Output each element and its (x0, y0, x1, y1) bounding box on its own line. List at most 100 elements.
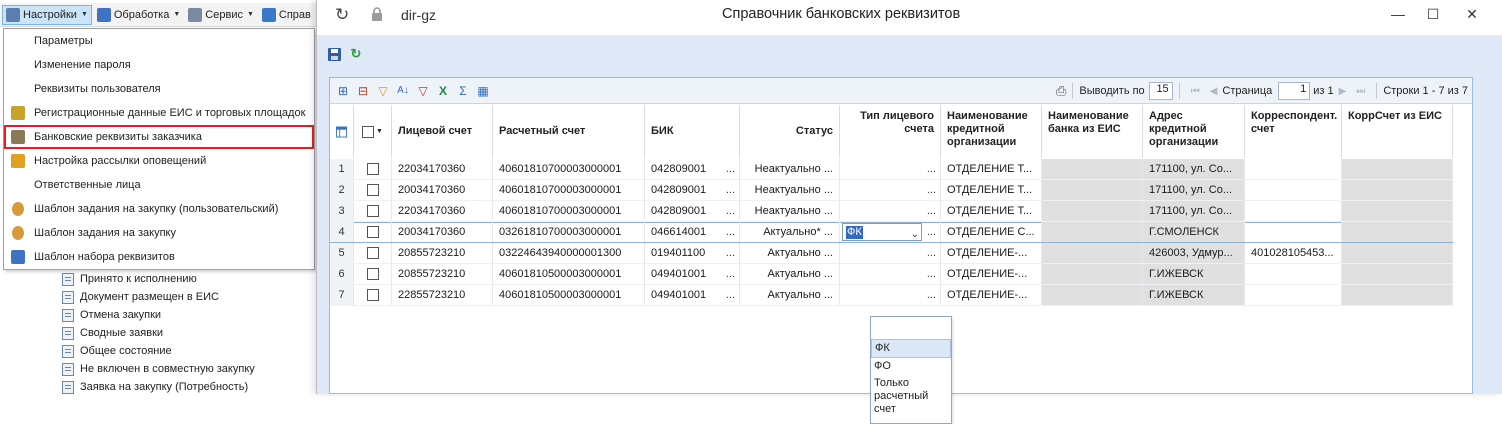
cell-addr[interactable]: Г.СМОЛЕНСК (1143, 222, 1245, 242)
cell-bank_eis[interactable] (1042, 159, 1143, 179)
ellipsis-button[interactable]: ... (927, 180, 936, 200)
filter-icon[interactable]: ▽ (376, 84, 390, 98)
last-page-icon[interactable]: ⏭ (1356, 86, 1365, 97)
table-row[interactable]: 4 20034170360 03261810700003000001 04661400… (330, 222, 1453, 243)
table-row[interactable]: 1 22034170360 40601810700003000001 04280900… (330, 159, 1453, 180)
cell-acc[interactable]: 20034170360 (392, 222, 493, 242)
cell-settle[interactable]: 40601810500003000001 (493, 285, 645, 305)
cell-bik[interactable]: 046614001... (645, 222, 740, 242)
cell-corr[interactable] (1245, 222, 1342, 242)
account-type-option[interactable]: ФК (871, 339, 951, 358)
cell-status[interactable]: Актуально ... (740, 285, 840, 305)
cell-corr[interactable] (1245, 285, 1342, 305)
reload-icon[interactable]: ↻ (335, 5, 349, 25)
cell-org[interactable]: ОТДЕЛЕНИЕ-... (941, 285, 1042, 305)
cell-bik[interactable]: 049401001... (645, 264, 740, 284)
cell-type[interactable]: ... (840, 159, 941, 179)
ellipsis-button[interactable]: ... (821, 184, 833, 196)
column-header[interactable]: Лицевой счет (392, 105, 493, 158)
excel-export-icon[interactable]: X (436, 84, 450, 98)
cell-status[interactable]: Неактуально ... (740, 201, 840, 221)
cell-settle[interactable]: 40601810500003000001 (493, 264, 645, 284)
cell-bank_eis[interactable] (1042, 285, 1143, 305)
cell-corr_eis[interactable] (1342, 222, 1453, 242)
sort-icon[interactable]: A↓ (396, 84, 410, 98)
cell-settle[interactable]: 40601810700003000001 (493, 201, 645, 221)
column-header[interactable]: Статус (740, 105, 840, 158)
column-header[interactable]: Расчетный счет (493, 105, 645, 158)
cell-status[interactable]: Актуально ... (740, 243, 840, 263)
cell-acc[interactable]: 22034170360 (392, 201, 493, 221)
ellipsis-button[interactable]: ... (726, 222, 735, 242)
columns-settings-icon[interactable]: ▦ (476, 84, 490, 98)
ellipsis-button[interactable]: ... (821, 205, 833, 217)
cell-org[interactable]: ОТДЕЛЕНИЕ Т... (941, 180, 1042, 200)
cell-org[interactable]: ОТДЕЛЕНИЕ Т... (941, 159, 1042, 179)
row-checkbox-cell[interactable] (354, 285, 392, 305)
column-header[interactable]: Наименование кредитной организации (941, 105, 1042, 158)
column-header[interactable]: БИК (645, 105, 740, 158)
row-checkbox-cell[interactable] (354, 243, 392, 263)
tree-item[interactable]: Принято к исполнению (62, 270, 255, 288)
tree-item[interactable]: Не включен в совместную закупку (62, 360, 255, 378)
select-all-checkbox[interactable]: ▼ (354, 105, 392, 158)
column-header[interactable]: Корреспондент. счет (1245, 105, 1342, 158)
cell-acc[interactable]: 20855723210 (392, 243, 493, 263)
cell-acc[interactable]: 20855723210 (392, 264, 493, 284)
row-checkbox[interactable] (366, 289, 379, 301)
cell-corr[interactable]: 401028105453... (1245, 243, 1342, 263)
cell-bank_eis[interactable] (1042, 222, 1143, 242)
save-icon[interactable] (325, 45, 343, 63)
cell-bik[interactable]: 019401100... (645, 243, 740, 263)
dropdown-item-8[interactable]: Шаблон задания на закупку (4, 221, 314, 245)
row-checkbox[interactable] (366, 163, 379, 175)
account-type-option[interactable]: Только расчетный счет (871, 375, 951, 418)
column-header[interactable]: Адрес кредитной организации (1143, 105, 1245, 158)
table-row[interactable]: 3 22034170360 40601810700003000001 04280900… (330, 201, 1453, 222)
cell-type[interactable]: ... (840, 243, 941, 263)
ellipsis-button[interactable]: ... (726, 285, 735, 305)
cell-bank_eis[interactable] (1042, 264, 1143, 284)
cell-addr[interactable]: 171100, ул. Со... (1143, 201, 1245, 221)
cell-status[interactable]: Актуально* ... (740, 222, 840, 242)
cell-addr[interactable]: 171100, ул. Со... (1143, 159, 1245, 179)
account-type-select[interactable]: ФК ⌄ (842, 223, 922, 241)
cell-status[interactable]: Неактуально ... (740, 180, 840, 200)
dropdown-item-4[interactable]: Банковские реквизиты заказчика (4, 125, 314, 149)
clear-filter-icon[interactable]: ▽ (416, 84, 430, 98)
row-checkbox-cell[interactable] (354, 201, 392, 221)
cell-type[interactable]: ... (840, 180, 941, 200)
cell-addr[interactable]: 426003, Удмур... (1143, 243, 1245, 263)
cell-bank_eis[interactable] (1042, 201, 1143, 221)
cell-bik[interactable]: 042809001... (645, 180, 740, 200)
table-row[interactable]: 7 22855723210 40601810500003000001 04940100… (330, 285, 1453, 306)
cell-corr_eis[interactable] (1342, 180, 1453, 200)
minimize-button[interactable]: — (1383, 3, 1413, 25)
dropdown-item-7[interactable]: Шаблон задания на закупку (пользовательс… (4, 197, 314, 221)
cell-type[interactable]: ФК ⌄... (840, 222, 941, 242)
prev-page-icon[interactable]: ◀ (1210, 86, 1218, 97)
ellipsis-button[interactable]: ... (821, 163, 833, 175)
cell-addr[interactable]: Г.ИЖЕВСК (1143, 285, 1245, 305)
dropdown-item-1[interactable]: Изменение пароля (4, 53, 314, 77)
column-header[interactable]: КоррСчет из ЕИС (1342, 105, 1453, 158)
close-button[interactable]: ✕ (1457, 3, 1487, 25)
cell-org[interactable]: ОТДЕЛЕНИЕ Т... (941, 201, 1042, 221)
menu-3[interactable]: Справ▼ (259, 5, 325, 25)
table-row[interactable]: 2 20034170360 40601810700003000001 04280900… (330, 180, 1453, 201)
cell-acc[interactable]: 20034170360 (392, 180, 493, 200)
ellipsis-button[interactable]: ... (821, 268, 833, 280)
cell-bank_eis[interactable] (1042, 180, 1143, 200)
cell-type[interactable]: ... (840, 201, 941, 221)
ellipsis-button[interactable]: ... (726, 159, 735, 179)
cell-bik[interactable]: 049401001... (645, 285, 740, 305)
next-page-icon[interactable]: ▶ (1339, 86, 1347, 97)
ellipsis-button[interactable]: ... (726, 264, 735, 284)
ellipsis-button[interactable]: ... (821, 226, 833, 238)
row-checkbox[interactable] (366, 226, 379, 238)
account-type-option[interactable]: ФО (871, 358, 951, 375)
page-input[interactable]: 1 (1278, 82, 1311, 100)
cell-type[interactable]: ... (840, 285, 941, 305)
tree-item[interactable]: Заявка на закупку (Потребность) (62, 378, 255, 396)
cell-corr[interactable] (1245, 180, 1342, 200)
